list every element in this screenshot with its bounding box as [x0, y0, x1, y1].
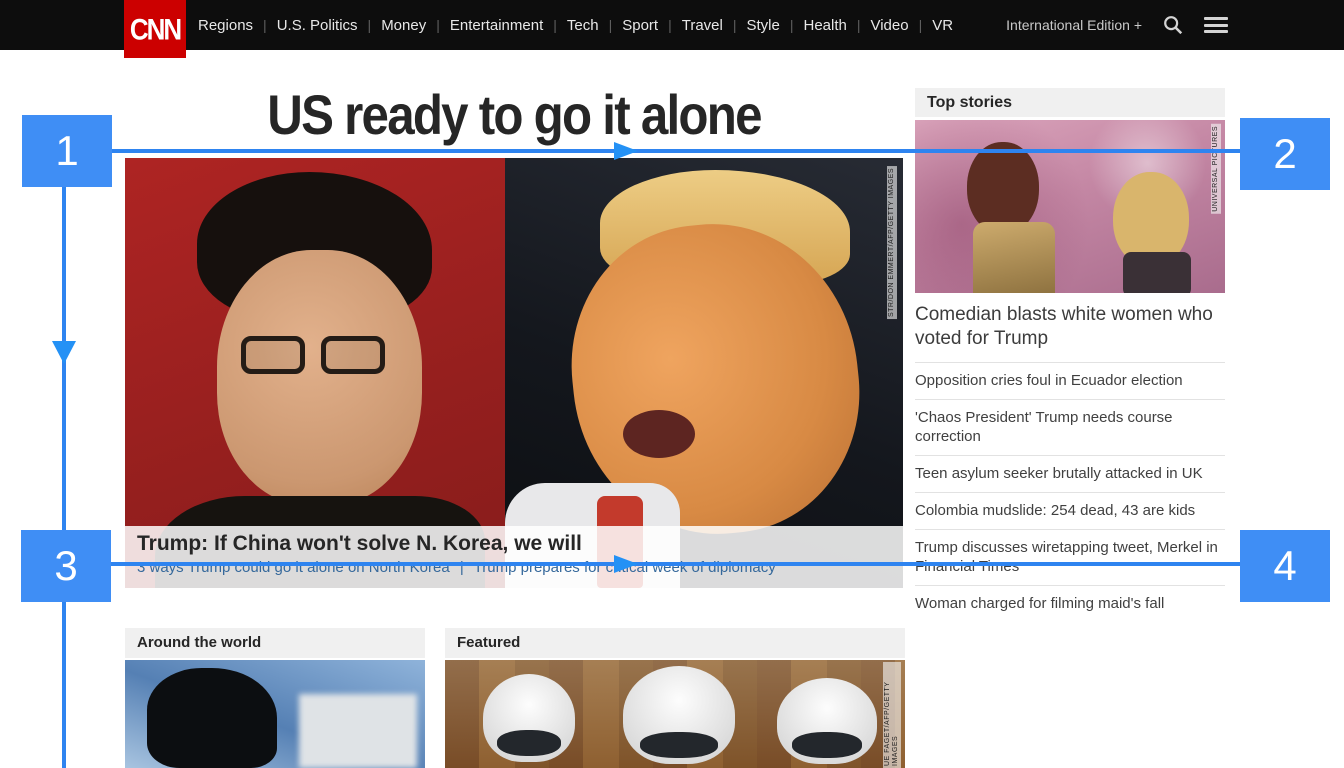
hero-caption-link-separator: | [460, 559, 464, 576]
list-item[interactable]: Trump discusses wiretapping tweet, Merke… [915, 529, 1225, 585]
hero-photo-kim [125, 158, 505, 588]
hero-photo-trump [505, 158, 903, 588]
list-item[interactable]: 'Chaos President' Trump needs course cor… [915, 399, 1225, 455]
nav-item-regions[interactable]: Regions [196, 17, 255, 34]
nav-separator: | [263, 17, 267, 33]
nav-item-sport[interactable]: Sport [620, 17, 660, 34]
figure-dress-shape [973, 222, 1055, 293]
nav-separator: | [436, 17, 440, 33]
annotation-line-vertical-2 [62, 602, 66, 768]
nav-links: Regions | U.S. Politics | Money | Entert… [196, 0, 955, 50]
nav-item-travel[interactable]: Travel [680, 17, 725, 34]
hazmat-hood-shape [777, 678, 877, 764]
top-stories-lead-image[interactable]: UNIVERSAL PICTURES [915, 120, 1225, 293]
kim-glasses-left [241, 336, 305, 374]
annotation-box-4: 4 [1240, 530, 1330, 602]
top-stories-lead-headline[interactable]: Comedian blasts white women who voted fo… [915, 303, 1225, 351]
nav-separator: | [733, 17, 737, 33]
nav-separator: | [609, 17, 613, 33]
nav-item-video[interactable]: Video [868, 17, 910, 34]
list-item[interactable]: Teen asylum seeker brutally attacked in … [915, 455, 1225, 492]
annotation-arrow-down-icon [52, 341, 76, 364]
nav-item-us-politics[interactable]: U.S. Politics [275, 17, 360, 34]
silhouette-shape [147, 668, 277, 768]
hero-image[interactable]: STR/DON EMMERT/AFP/GETTY IMAGES Trump: I… [125, 158, 903, 588]
annotation-line-vertical-1 [62, 187, 66, 530]
nav-item-style[interactable]: Style [744, 17, 781, 34]
top-stories-list: Opposition cries foul in Ecuador electio… [915, 362, 1225, 622]
nav-separator: | [553, 17, 557, 33]
kim-glasses-right [321, 336, 385, 374]
list-item[interactable]: Colombia mudslide: 254 dead, 43 are kids [915, 492, 1225, 529]
lead-image-credit: UNIVERSAL PICTURES [1211, 124, 1221, 214]
annotation-box-3: 3 [21, 530, 111, 602]
hero-caption-links: 3 ways Trump could go it alone on North … [137, 559, 903, 576]
figure-hair-shape [967, 142, 1039, 234]
section-featured: Featured UE FAGET/AFP/GETTY IMAGES [445, 628, 905, 768]
hazmat-hood-shape [623, 666, 735, 764]
nav-item-entertainment[interactable]: Entertainment [448, 17, 545, 34]
top-nav-bar: Regions | U.S. Politics | Money | Entert… [0, 0, 1344, 50]
trump-mouth-shape [623, 410, 695, 458]
nav-item-money[interactable]: Money [379, 17, 428, 34]
section-header-featured: Featured [445, 628, 905, 658]
building-shape [299, 694, 417, 768]
hero-photo-credit: STR/DON EMMERT/AFP/GETTY IMAGES [887, 166, 897, 319]
nav-item-health[interactable]: Health [801, 17, 848, 34]
kim-face-shape [217, 250, 422, 505]
edition-selector[interactable]: International Edition + [1006, 17, 1142, 33]
annotation-box-1: 1 [22, 115, 112, 187]
main-headline[interactable]: US ready to go it alone [172, 82, 857, 147]
hero-caption-link-2[interactable]: Trump prepares for critical week of dipl… [474, 559, 776, 576]
hazmat-hood-shape [483, 674, 575, 762]
annotation-box-2: 2 [1240, 118, 1330, 190]
search-icon[interactable] [1162, 14, 1184, 36]
list-item[interactable]: Opposition cries foul in Ecuador electio… [915, 362, 1225, 399]
nav-separator: | [919, 17, 923, 33]
figure-dress-shape [1123, 252, 1191, 293]
section-around-the-world: Around the world [125, 628, 425, 768]
nav-right-cluster: International Edition + [1006, 0, 1228, 50]
menu-icon[interactable] [1204, 17, 1228, 33]
nav-separator: | [857, 17, 861, 33]
nav-separator: | [368, 17, 372, 33]
top-stories-panel: Top stories UNIVERSAL PICTURES Comedian … [915, 88, 1225, 622]
around-the-world-image[interactable] [125, 660, 425, 768]
featured-image-credit: UE FAGET/AFP/GETTY IMAGES [883, 662, 901, 768]
hero-caption-title[interactable]: Trump: If China won't solve N. Korea, we… [137, 532, 903, 556]
cnn-logo-text: CNN [130, 11, 180, 47]
top-stories-header: Top stories [915, 88, 1225, 117]
cnn-logo[interactable]: CNN [124, 0, 186, 58]
hero-caption-link-1[interactable]: 3 ways Trump could go it alone on North … [137, 559, 450, 576]
list-item[interactable]: Woman charged for filming maid's fall [915, 585, 1225, 622]
nav-item-tech[interactable]: Tech [565, 17, 601, 34]
nav-item-vr[interactable]: VR [930, 17, 955, 34]
nav-separator: | [790, 17, 794, 33]
featured-image[interactable]: UE FAGET/AFP/GETTY IMAGES [445, 660, 905, 768]
section-header-around-the-world: Around the world [125, 628, 425, 658]
nav-separator: | [668, 17, 672, 33]
hero-caption: Trump: If China won't solve N. Korea, we… [125, 526, 903, 588]
